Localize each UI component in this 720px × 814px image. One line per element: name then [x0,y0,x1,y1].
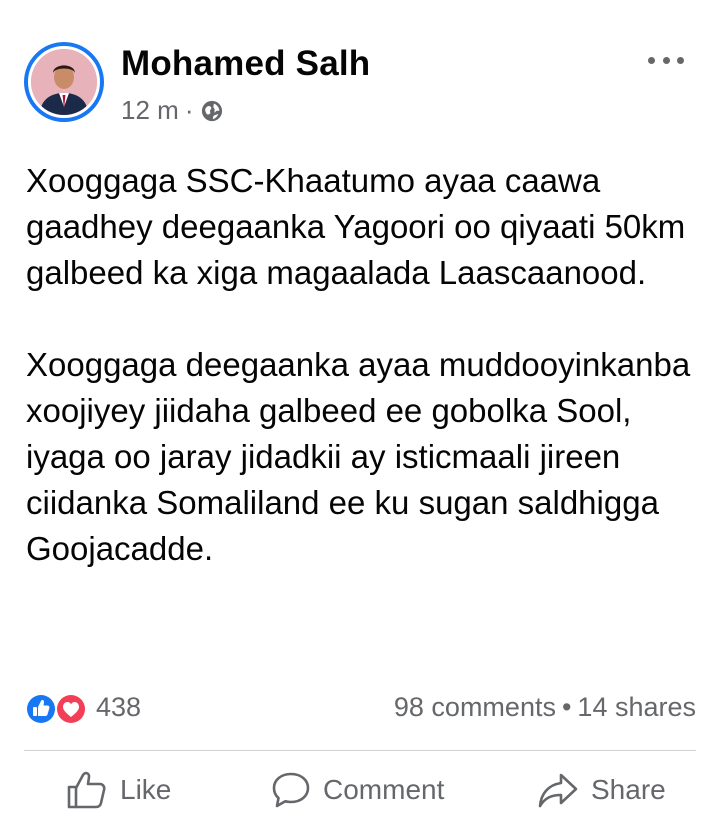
post-stats: 438 98 comments • 14 shares [0,684,720,732]
action-bar: Like Comment Share [0,766,720,814]
like-reaction-icon [25,693,57,725]
avatar[interactable] [24,42,104,122]
comment-label: Comment [323,774,445,805]
thumbs-up-icon [67,771,106,809]
shares-count[interactable]: 14 shares [577,692,696,722]
avatar-photo [28,46,100,118]
post-body: Xooggaga SSC-Khaatumo ayaa caawa gaadhey… [26,158,706,572]
like-button[interactable]: Like [66,766,171,814]
post-paragraph-2: Xooggaga deegaanka ayaa muddooyinkanba x… [26,346,691,567]
like-label: Like [120,774,172,805]
post-meta: 12 m · [121,95,223,126]
share-label: Share [591,774,666,805]
globe-icon [202,100,223,121]
comment-button[interactable]: Comment [271,766,444,814]
stats-separator: • [561,692,572,722]
more-options-icon[interactable] [648,52,684,68]
meta-separator: · [184,95,194,125]
divider [24,750,696,751]
share-button[interactable]: Share [537,766,666,814]
author-name[interactable]: Mohamed Salh [121,44,370,84]
love-reaction-icon [55,693,87,725]
post-time[interactable]: 12 m [121,95,179,126]
reaction-count[interactable]: 438 [96,692,141,723]
comment-icon [272,772,310,808]
share-arrow-icon [538,773,578,808]
comments-count[interactable]: 98 comments [394,692,556,722]
post-header: Mohamed Salh 12 m · [0,0,720,140]
engagement-summary: 98 comments • 14 shares [394,692,696,723]
reaction-icons[interactable] [24,692,90,726]
post-paragraph-1: Xooggaga SSC-Khaatumo ayaa caawa gaadhey… [26,162,686,291]
